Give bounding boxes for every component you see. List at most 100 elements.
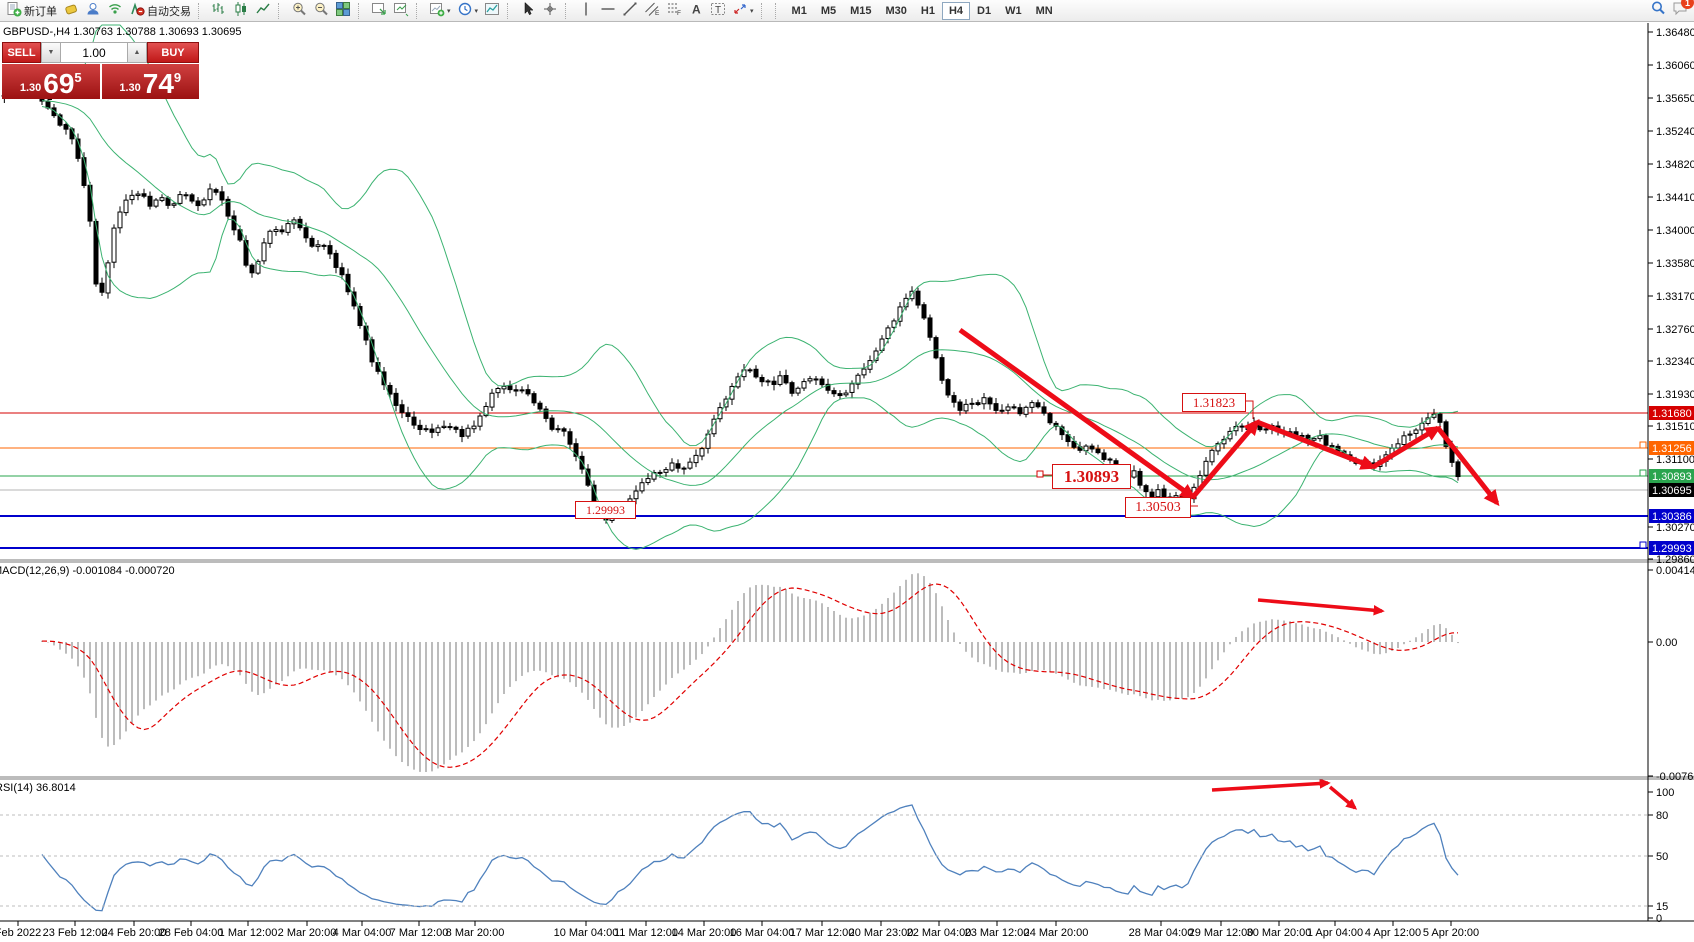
signal-icon [107, 1, 123, 20]
time-axis-label: 17 Mar 12:00 [790, 927, 855, 939]
notifications-button[interactable]: 1 [1672, 0, 1688, 21]
object-anchor-square[interactable] [1037, 471, 1043, 477]
price-annotation-label[interactable]: 1.31823 [1182, 393, 1246, 412]
fibonacci-tool-button[interactable]: F [663, 1, 685, 21]
object-anchor-square[interactable] [1640, 470, 1646, 476]
price-line-axis-label: 1.31256 [1652, 443, 1692, 455]
object-anchor-square[interactable] [1640, 442, 1646, 448]
sell-button[interactable]: SELL [2, 42, 41, 63]
candle-body [964, 404, 968, 410]
time-axis-label: 7 Mar 12:00 [390, 927, 449, 939]
price-annotation-label[interactable]: 1.29993 [575, 501, 636, 519]
time-axis-label: 23 Feb 12:00 [43, 927, 108, 939]
candle-body [334, 253, 338, 267]
cursor-tool-button[interactable] [517, 1, 539, 21]
horizontal-line-tool-button[interactable] [597, 1, 619, 21]
candlestick-mode-button[interactable] [230, 1, 252, 21]
object-anchor-square[interactable] [1640, 542, 1646, 548]
search-icon[interactable] [1650, 0, 1666, 21]
candle-body [1408, 434, 1412, 435]
volume-input[interactable] [61, 42, 127, 63]
auto-arrange-button[interactable] [368, 1, 390, 21]
timeframe-h1[interactable]: H1 [914, 2, 942, 20]
candle-body [250, 265, 254, 273]
timeframe-h4[interactable]: H4 [942, 2, 970, 20]
candle-body [640, 483, 644, 491]
time-axis-label: 24 Feb 20:00 [102, 927, 167, 939]
trend-arrow-5[interactable] [1438, 428, 1497, 503]
bollinger-upper[interactable] [42, 25, 1458, 447]
macd-trend-arrow[interactable] [1258, 600, 1382, 611]
volume-down-button[interactable]: ▼ [41, 42, 61, 63]
candle-body [1240, 426, 1244, 427]
line-chart-mode-button[interactable] [252, 1, 274, 21]
candle-body [1414, 430, 1418, 433]
price-annotation-label[interactable]: 1.30893 [1052, 464, 1131, 489]
candle-body [754, 369, 758, 377]
timeframe-w1[interactable]: W1 [998, 2, 1029, 20]
tile-windows-button[interactable] [332, 1, 354, 21]
bar-chart-mode-button[interactable] [208, 1, 230, 21]
candle-body [136, 194, 140, 195]
svg-text:E: E [655, 10, 660, 17]
rsi-axis-label: 100 [1656, 787, 1674, 799]
rsi-indicator-label: RSI(14) 36.8014 [0, 782, 76, 794]
crosshair-tool-button[interactable] [539, 1, 561, 21]
buy-price-panel[interactable]: 1.30 74 9 [102, 64, 200, 99]
styles-button[interactable] [60, 1, 82, 21]
timeframe-mn[interactable]: MN [1029, 2, 1060, 20]
timeframe-m30[interactable]: M30 [879, 2, 914, 20]
new-chart-button[interactable]: ▾ [426, 1, 454, 21]
new-order-button[interactable]: 新订单 [3, 1, 60, 21]
zoom-out-button[interactable] [310, 1, 332, 21]
bollinger-lower[interactable] [42, 106, 1458, 549]
candle-body [406, 413, 410, 417]
timeframe-m1[interactable]: M1 [785, 2, 814, 20]
arrows-tool-button[interactable]: ▾ [729, 1, 757, 21]
equidistant-channel-tool-button[interactable]: E [641, 1, 663, 21]
price-annotation-label[interactable]: 1.30503 [1125, 497, 1191, 518]
zoom-out-icon [313, 1, 329, 20]
toolbar-separator [565, 3, 572, 19]
accounts-button[interactable] [82, 1, 104, 21]
time-axis-label: Feb 2022 [0, 927, 41, 939]
text-label-tool-button[interactable]: T [707, 1, 729, 21]
timeframe-m5[interactable]: M5 [814, 2, 843, 20]
price-axis-label: 1.32760 [1656, 324, 1694, 336]
chart-bars-icon [211, 1, 227, 20]
candle-body [184, 195, 188, 196]
signals-button[interactable] [104, 1, 126, 21]
volume-up-button[interactable]: ▲ [127, 42, 147, 63]
timeframe-d1[interactable]: D1 [970, 2, 998, 20]
candle-body [646, 479, 650, 483]
zoom-in-button[interactable] [288, 1, 310, 21]
buy-button[interactable]: BUY [147, 42, 199, 63]
macd-axis-label: -0.007664 [1656, 771, 1694, 783]
rsi-trend-arrow-1[interactable] [1212, 783, 1328, 790]
trendline-tool-button[interactable] [619, 1, 641, 21]
candle-body [1204, 461, 1208, 475]
time-axis-label: 23 Mar 12:00 [965, 927, 1030, 939]
auto-trading-button[interactable]: 自动交易 [126, 1, 194, 21]
candle-body [1048, 414, 1052, 423]
text-tool-button[interactable]: A [685, 1, 707, 21]
toolbar-separator [358, 3, 365, 19]
candle-body [1210, 450, 1214, 461]
arrange-a-icon [371, 1, 387, 20]
timeframe-m15[interactable]: M15 [843, 2, 878, 20]
time-axis-label: 10 Mar 04:00 [554, 927, 619, 939]
sell-price-panel[interactable]: 1.30 69 5 [2, 64, 100, 99]
candle-body [64, 125, 68, 130]
chart-window: 1.364801.360601.356501.352401.348201.344… [0, 22, 1694, 942]
vertical-line-tool-button[interactable] [575, 1, 597, 21]
candle-body [1042, 407, 1046, 413]
trend-arrow-2[interactable] [1193, 422, 1257, 497]
rsi-line[interactable] [42, 805, 1458, 911]
track-chart-button[interactable] [390, 1, 412, 21]
period-selector-button[interactable]: ▾ [454, 1, 482, 21]
chart-canvas[interactable]: 1.364801.360601.356501.352401.348201.344… [0, 22, 1694, 942]
rsi-trend-arrow-2[interactable] [1330, 787, 1355, 808]
mt4-window: 新订单自动交易▾▾EFAT▾M1M5M15M30H1H4D1W1MN1 1.36… [0, 0, 1694, 942]
chart-properties-button[interactable] [481, 1, 503, 21]
time-axis-label: 22 Mar 04:00 [907, 927, 972, 939]
